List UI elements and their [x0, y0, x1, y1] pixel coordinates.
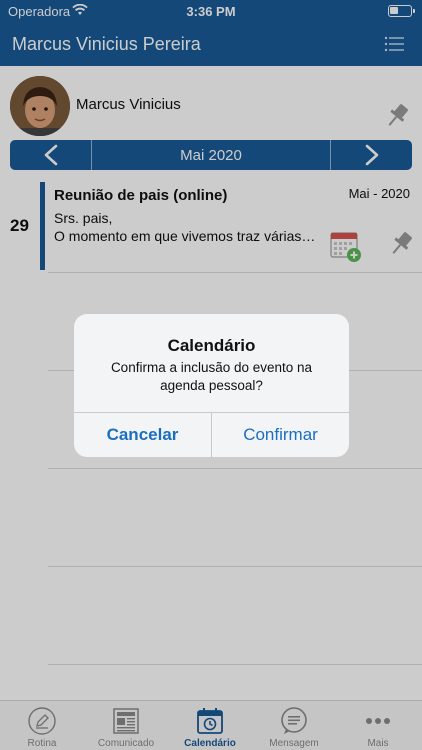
dialog-message: Confirma a inclusão do evento na agenda …	[110, 360, 313, 393]
dialog-title: Calendário	[167, 336, 256, 355]
confirm-button[interactable]: Confirmar	[212, 413, 349, 457]
cancel-button[interactable]: Cancelar	[74, 413, 211, 457]
confirm-dialog: Calendário Confirma a inclusão do evento…	[74, 314, 349, 457]
